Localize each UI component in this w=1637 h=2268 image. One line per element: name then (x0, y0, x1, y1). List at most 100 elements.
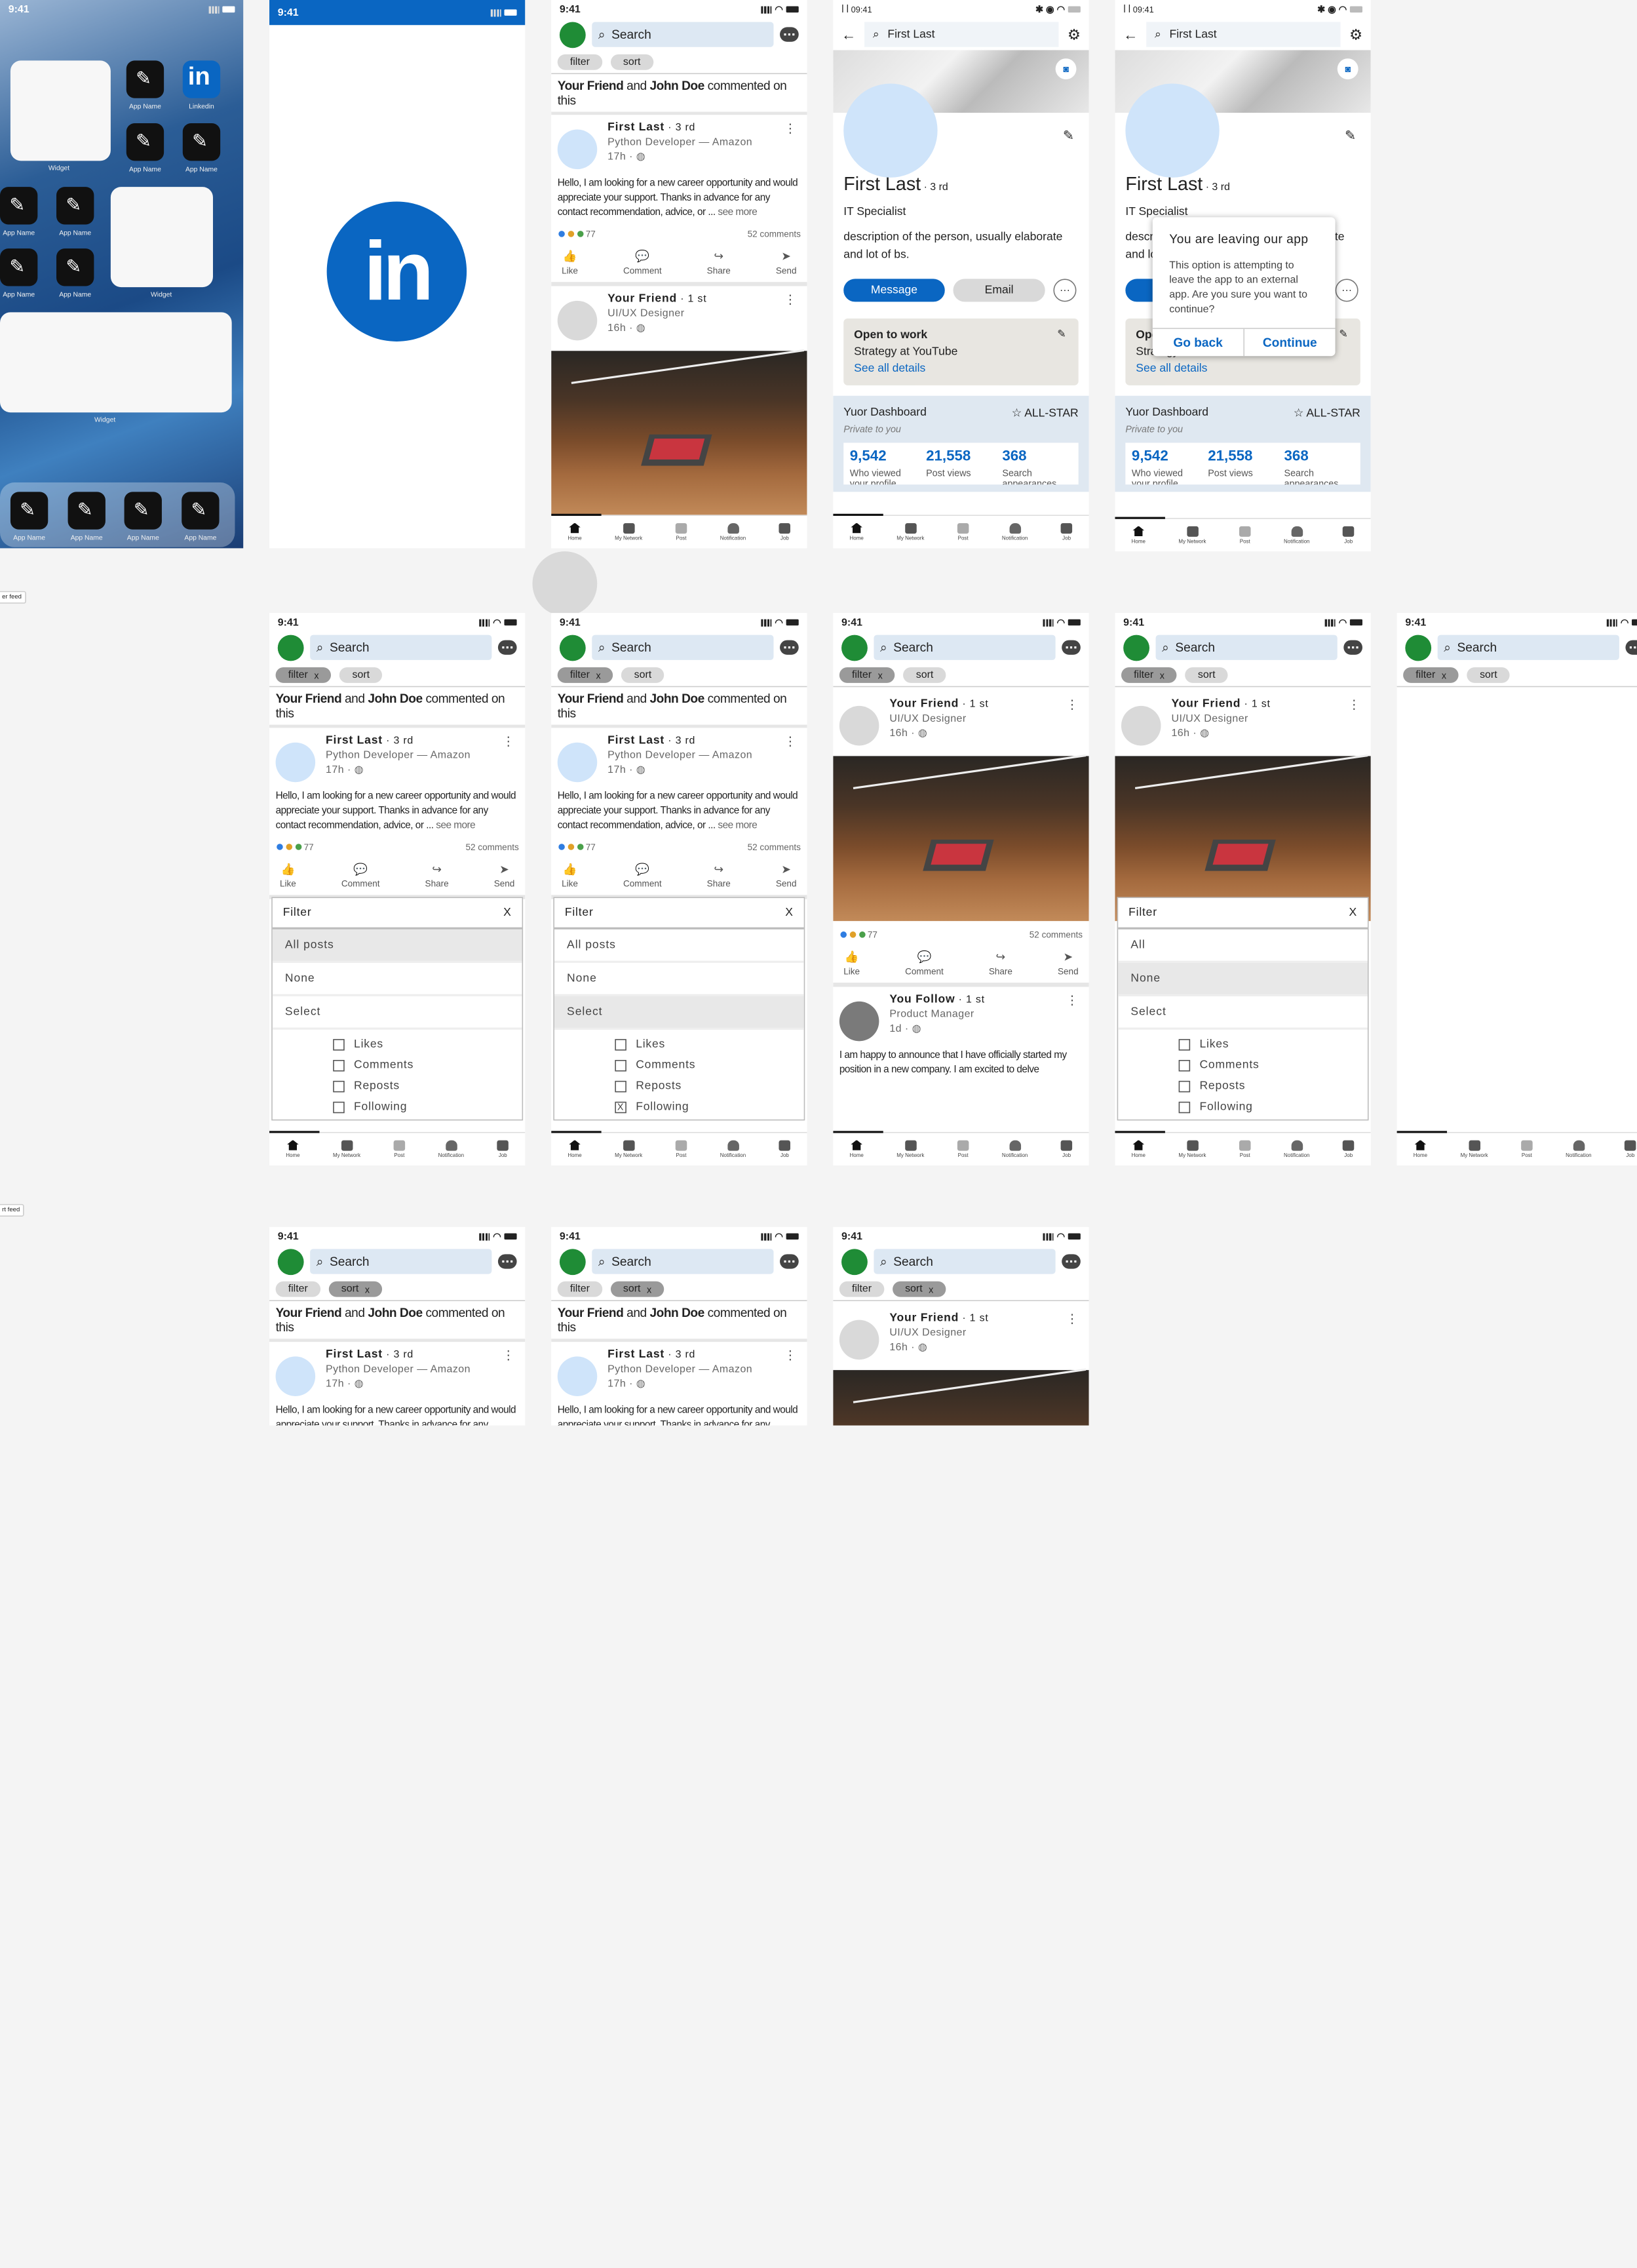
more-button[interactable]: ··· (1335, 279, 1358, 302)
search-input[interactable]: ⌕ Search (874, 635, 1056, 660)
search-input[interactable]: ⌕ Search (1437, 635, 1619, 660)
camera-icon[interactable]: ◙ (1337, 58, 1358, 80)
post-author-avatar[interactable] (557, 300, 598, 341)
post-author-name[interactable]: Your Friend · 1 st (889, 697, 988, 710)
context-person[interactable]: John Doe (649, 1305, 704, 1320)
tab-notification[interactable]: Notification (1284, 526, 1309, 545)
tab-home[interactable]: Home (568, 1139, 582, 1159)
tab-home[interactable]: Home (850, 522, 864, 541)
edit-icon[interactable]: ✎ (1339, 327, 1347, 343)
avatar[interactable] (841, 634, 868, 661)
stat-profile-views[interactable]: 9,542 Who viewed your profile (850, 447, 920, 484)
tab-post[interactable]: Post (957, 522, 969, 541)
filter-chip[interactable]: filter (557, 1281, 603, 1297)
tab-job[interactable]: Job (497, 1139, 509, 1159)
filter-checkbox-comments[interactable]: Comments (1118, 1055, 1368, 1076)
avatar[interactable] (1405, 634, 1432, 661)
context-person[interactable]: John Doe (368, 1305, 423, 1320)
sort-chip[interactable]: sort (621, 667, 664, 683)
post-author-name[interactable]: Your Friend · 1 st (1171, 697, 1270, 710)
filter-checkbox-comments[interactable]: Comments (273, 1055, 522, 1076)
post-author-name[interactable]: First Last · 3 rd (326, 734, 471, 747)
see-all-details-link[interactable]: See all details (1136, 362, 1207, 375)
like-button[interactable]: 👍 Like (562, 863, 578, 888)
tab-network[interactable]: My Network (615, 1139, 642, 1159)
messaging-icon[interactable] (1625, 640, 1637, 655)
post-author-name[interactable]: Your Friend · 1 st (889, 1312, 988, 1324)
context-friend[interactable]: Your Friend (558, 78, 624, 92)
post-author-name[interactable]: First Last · 3 rd (607, 734, 752, 747)
tab-network[interactable]: My Network (896, 522, 924, 541)
comment-button[interactable]: 💬 Comment (341, 863, 380, 888)
tab-home[interactable]: Home (850, 1139, 864, 1159)
tab-notification[interactable]: Notification (720, 522, 746, 541)
app-icon[interactable] (0, 187, 38, 225)
more-options-icon[interactable]: ⋮ (1066, 1312, 1079, 1326)
post-author-avatar[interactable] (839, 1320, 879, 1360)
tab-network[interactable]: My Network (333, 1139, 360, 1159)
more-options-icon[interactable]: ⋮ (502, 1348, 514, 1363)
tab-home[interactable]: Home (1132, 526, 1146, 545)
filter-checkbox-likes[interactable]: Likes (273, 1034, 522, 1055)
like-button[interactable]: 👍 Like (843, 950, 860, 976)
search-input[interactable]: ⌕ Search (592, 635, 774, 660)
post-image[interactable] (833, 1368, 1089, 1426)
tab-notification[interactable]: Notification (1002, 522, 1028, 541)
chip-clear-icon[interactable]: x (596, 670, 601, 680)
messaging-icon[interactable] (1062, 640, 1081, 655)
post-image[interactable] (1115, 754, 1371, 922)
chip-clear-icon[interactable]: x (878, 670, 883, 680)
send-button[interactable]: ➤ Send (1058, 950, 1079, 976)
tab-network[interactable]: My Network (1461, 1139, 1488, 1159)
reactions[interactable]: 77 (557, 842, 596, 852)
share-button[interactable]: ↪ Share (989, 950, 1012, 976)
chip-clear-icon[interactable]: x (929, 1284, 933, 1295)
post-author-name[interactable]: Your Friend · 1 st (607, 292, 706, 305)
context-friend[interactable]: Your Friend (276, 1305, 342, 1320)
widget-small[interactable] (110, 187, 213, 288)
app-icon[interactable] (182, 492, 220, 530)
reactions[interactable]: 77 (557, 229, 596, 239)
app-icon[interactable] (124, 492, 162, 530)
messaging-icon[interactable] (1062, 1254, 1081, 1269)
go-back-button[interactable]: Go back (1153, 329, 1244, 356)
post-author-avatar[interactable] (557, 1356, 598, 1396)
app-icon[interactable] (0, 248, 38, 286)
tab-notification[interactable]: Notification (720, 1139, 746, 1159)
messaging-icon[interactable] (1343, 640, 1362, 655)
tab-notification[interactable]: Notification (1566, 1139, 1592, 1159)
like-button[interactable]: 👍 Like (280, 863, 296, 888)
context-person[interactable]: John Doe (368, 692, 423, 706)
sort-chip[interactable]: sort x (892, 1281, 946, 1297)
filter-checkbox-reposts[interactable]: Reposts (554, 1076, 804, 1097)
tab-home[interactable]: Home (1132, 1139, 1146, 1159)
search-input[interactable]: ⌕ Search (592, 1249, 774, 1274)
post-author-name[interactable]: First Last · 3 rd (607, 1348, 752, 1361)
comment-count[interactable]: 52 comments (1030, 929, 1083, 940)
filter-checkbox-likes[interactable]: Likes (554, 1034, 804, 1055)
settings-icon[interactable]: ⚙ (1068, 26, 1081, 43)
filter-option-select[interactable]: Select (554, 996, 804, 1030)
back-arrow-icon[interactable]: ← (841, 26, 856, 43)
share-button[interactable]: ↪ Share (707, 250, 731, 275)
tab-post[interactable]: Post (1521, 1139, 1533, 1159)
tab-post[interactable]: Post (675, 1139, 687, 1159)
filter-chip[interactable]: filter (839, 1281, 885, 1297)
tab-network[interactable]: My Network (615, 522, 642, 541)
more-options-icon[interactable]: ⋮ (784, 1348, 796, 1363)
more-options-icon[interactable]: ⋮ (1348, 697, 1360, 712)
filter-option-none[interactable]: None (272, 963, 522, 996)
chip-clear-icon[interactable]: x (647, 1284, 651, 1295)
post-author-name[interactable]: You Follow · 1 st (889, 993, 985, 1006)
search-input[interactable]: ⌕ Search (592, 22, 774, 47)
message-button[interactable]: Message (843, 279, 945, 302)
stat-search-appearances[interactable]: 368 Search appearances (1284, 447, 1355, 484)
stat-search-appearances[interactable]: 368 Search appearances (1002, 447, 1072, 484)
filter-chip[interactable]: filter x (1121, 667, 1178, 683)
tab-post[interactable]: Post (957, 1139, 969, 1159)
comment-button[interactable]: 💬 Comment (623, 250, 662, 275)
tab-home[interactable]: Home (286, 1139, 300, 1159)
search-input[interactable]: ⌕ Search (310, 635, 492, 660)
avatar[interactable] (841, 1248, 868, 1275)
post-author-avatar[interactable] (1121, 705, 1161, 746)
